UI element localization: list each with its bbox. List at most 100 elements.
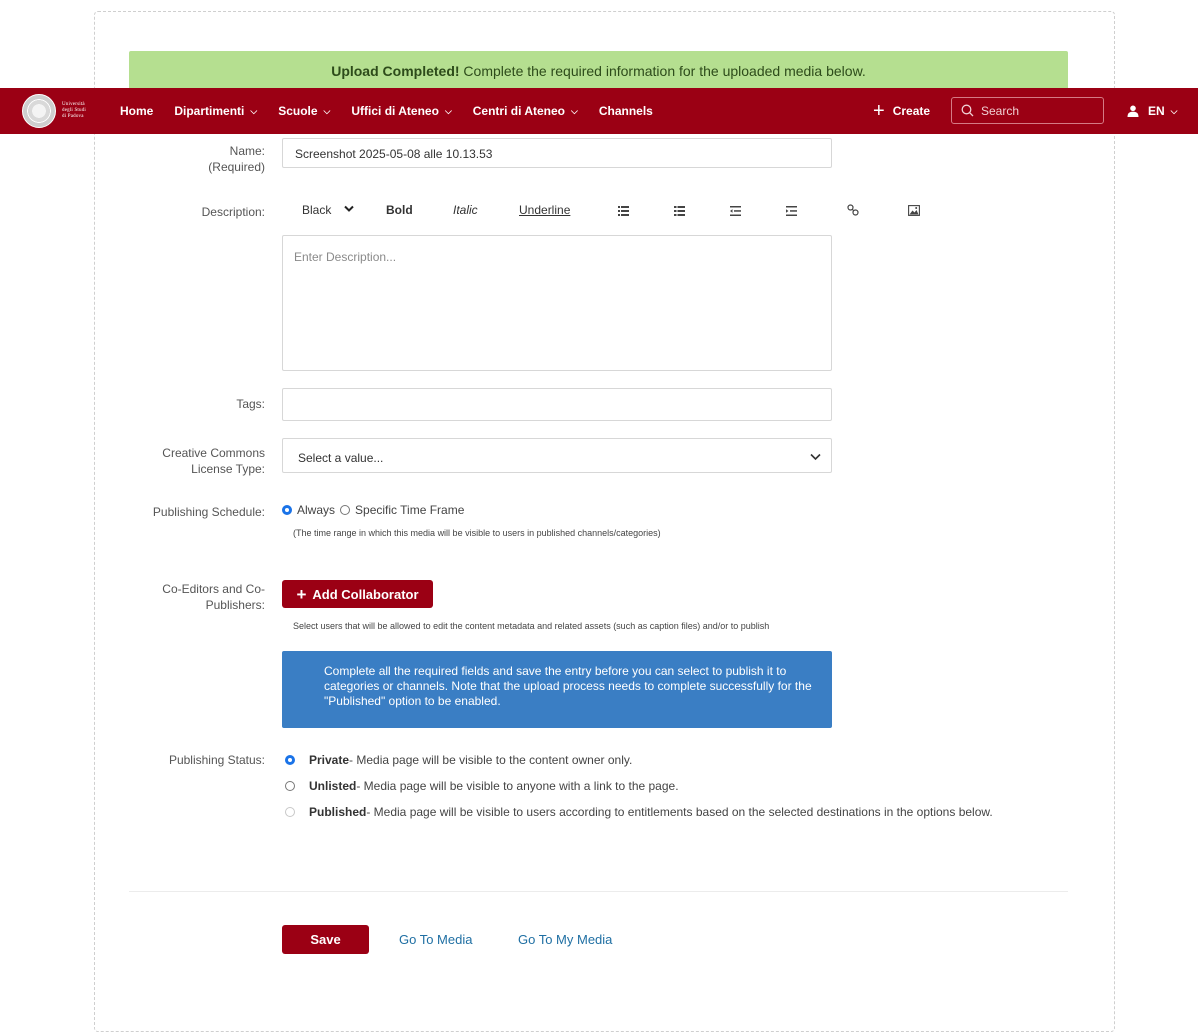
status-option-published: Published - Media page will be visible t… [285,805,993,819]
name-input[interactable]: Screenshot 2025-05-08 alle 10.13.53 [282,138,832,168]
create-label: Create [892,104,931,118]
description-label: Description: [201,205,265,219]
cc-license-label: Creative Commons License Type: [162,445,265,477]
name-label-text: Name: [229,144,265,158]
add-collaborator-label: Add Collaborator [312,586,419,602]
outdent-icon [730,206,741,216]
schedule-help: (The time range in which this media will… [293,528,661,538]
numbered-list-button[interactable] [674,206,685,216]
nav-item-label: Centri di Ateneo [472,104,565,118]
tags-label: Tags: [236,397,265,411]
nav-item-home[interactable]: Home [120,104,153,118]
cc-label-line-2: License Type: [191,462,265,476]
schedule-specific-radio[interactable] [340,505,351,515]
go-to-my-media-link[interactable]: Go To My Media [518,932,612,947]
bullet-list-button[interactable] [618,206,629,216]
status-private-text: - Media page will be visible to the cont… [349,753,633,767]
nav-menu: Home Dipartimenti ⌵ Scuole ⌵ Uffici di Ate… [120,88,674,134]
banner-strong: Upload Completed! [331,63,460,79]
tags-input[interactable] [282,388,832,421]
numbered-list-icon [674,206,685,216]
status-unlisted-title: Unlisted [309,779,357,793]
logo-text: Università degli Studi di Padova [62,102,98,120]
chevron-down-icon: ⌵ [323,105,331,116]
schedule-specific-label: Specific Time Frame [355,503,465,517]
search-placeholder: Search [981,103,1020,118]
chevron-down-icon: ⌵ [444,105,452,116]
user-language-menu[interactable]: EN ⌵ [1127,88,1178,134]
text-color-select[interactable]: Black [302,203,354,217]
indent-icon [786,206,797,216]
nav-item-label: Channels [598,104,653,118]
chevron-down-icon: ⌵ [250,105,258,116]
publish-info-box: Complete all the required fields and sav… [282,651,832,728]
nav-item-scuole[interactable]: Scuole ⌵ [278,104,330,118]
link-button[interactable] [847,204,859,216]
outdent-button[interactable] [730,206,741,216]
go-to-media-link[interactable]: Go To Media [399,932,472,947]
schedule-always-radio[interactable] [282,505,292,515]
bold-button[interactable]: Bold [386,203,413,217]
cc-license-select[interactable]: Select a value... [282,438,832,473]
coeditors-label-line-2: Publishers: [205,598,265,612]
user-icon [1127,105,1139,117]
coeditors-label-line-1: Co-Editors and Co- [162,582,265,596]
description-textarea[interactable]: Enter Description... [282,235,832,371]
status-published-radio [285,807,295,817]
form-divider [129,891,1068,892]
description-placeholder: Enter Description... [294,250,397,264]
schedule-options: Always Specific Time Frame [282,503,464,517]
create-button[interactable]: + Create [873,88,930,134]
italic-button[interactable]: Italic [453,203,478,217]
name-value: Screenshot 2025-05-08 alle 10.13.53 [295,147,493,161]
nav-item-centri[interactable]: Centri di Ateneo ⌵ [473,104,578,118]
indent-button[interactable] [786,206,797,216]
banner-text: Complete the required information for th… [459,63,866,79]
cc-label-line-1: Creative Commons [162,446,265,460]
nav-item-dipartimenti[interactable]: Dipartimenti ⌵ [174,104,257,118]
search-input[interactable]: Search [951,97,1104,124]
status-private-radio[interactable] [285,755,295,765]
bullet-list-icon [618,206,629,216]
link-icon [847,204,859,216]
coeditors-label: Co-Editors and Co- Publishers: [162,581,265,613]
cc-select-value: Select a value... [298,451,384,465]
logo-line-3: di Padova [62,114,84,119]
status-label: Publishing Status: [168,753,265,767]
nav-item-label: Home [120,104,154,118]
chevron-down-icon [343,205,354,212]
status-published-title: Published [309,805,367,819]
text-color-value: Black [302,203,332,217]
nav-item-uffici[interactable]: Uffici di Ateneo ⌵ [351,104,451,118]
search-icon [961,104,974,117]
schedule-always-label: Always [297,503,336,517]
chevron-down-icon [810,453,821,461]
name-label: Name: (Required) [208,143,265,175]
status-unlisted-text: - Media page will be visible to anyone w… [356,779,679,793]
plus-icon: + [296,584,307,604]
status-option-private[interactable]: Private - Media page will be visible to … [285,753,632,767]
insert-image-button[interactable] [908,205,920,216]
chevron-down-icon: ⌵ [571,105,578,116]
status-published-text: - Media page will be visible to users ac… [366,805,993,819]
save-button[interactable]: Save [282,925,369,954]
upload-complete-banner: Upload Completed! Complete the required … [129,51,1068,91]
status-private-title: Private [309,753,350,767]
status-option-unlisted[interactable]: Unlisted - Media page will be visible to… [285,779,679,793]
nav-item-channels[interactable]: Channels [599,104,653,118]
language-label: EN [1148,104,1165,118]
university-seal-icon [22,94,56,128]
name-required-text: (Required) [208,160,265,174]
status-unlisted-radio[interactable] [285,781,295,791]
top-navbar: Università degli Studi di Padova Home Di… [0,88,1198,134]
nav-item-label: Dipartimenti [174,104,245,118]
schedule-label: Publishing Schedule: [152,505,265,519]
nav-item-label: Uffici di Ateneo [351,104,439,118]
chevron-down-icon: ⌵ [1170,105,1178,116]
add-collaborator-button[interactable]: + Add Collaborator [282,580,433,608]
nav-item-label: Scuole [278,104,318,118]
university-logo[interactable]: Università degli Studi di Padova [22,94,98,128]
plus-icon: + [873,100,885,122]
underline-button[interactable]: Underline [519,203,570,217]
image-icon [908,205,920,216]
